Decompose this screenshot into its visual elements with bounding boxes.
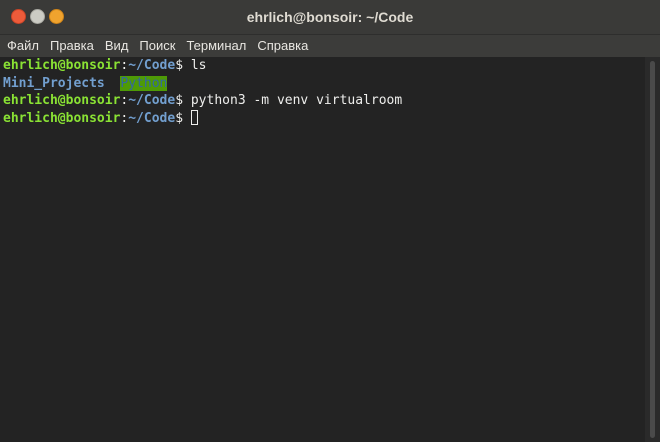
command-input[interactable] <box>183 111 191 126</box>
vertical-scrollbar[interactable] <box>645 57 660 442</box>
menu-file[interactable]: Файл <box>3 35 43 57</box>
prompt-userhost: ehrlich@bonsoir <box>3 58 121 73</box>
directory-entry-highlighted: Python <box>120 75 168 91</box>
terminal-line: ehrlich@bonsoir:~/Code$ ls <box>3 57 645 75</box>
prompt-dollar: $ <box>175 110 184 126</box>
prompt-dollar: $ <box>175 93 184 108</box>
terminal-line: ehrlich@bonsoir:~/Code$ <box>3 109 645 128</box>
menu-terminal[interactable]: Терминал <box>182 35 250 57</box>
scrollbar-thumb[interactable] <box>650 61 655 438</box>
menu-bar: Файл Правка Вид Поиск Терминал Справка <box>0 35 660 57</box>
prompt-userhost: ehrlich@bonsoir <box>3 93 121 108</box>
menu-edit[interactable]: Правка <box>46 35 98 57</box>
directory-entry: Mini_Projects <box>3 75 105 91</box>
prompt-path: ~/Code <box>128 110 176 126</box>
window-title: ehrlich@bonsoir: ~/Code <box>246 9 414 25</box>
prompt-path: ~/Code <box>128 58 176 73</box>
output-separator <box>105 76 121 91</box>
prompt-path: ~/Code <box>128 93 176 108</box>
menu-view[interactable]: Вид <box>101 35 133 57</box>
terminal-window: ehrlich@bonsoir: ~/Code Файл Правка Вид … <box>0 0 660 442</box>
prompt-userhost: ehrlich@bonsoir <box>3 110 121 126</box>
prompt-dollar: $ <box>175 58 184 73</box>
terminal-line: ehrlich@bonsoir:~/Code$ python3 -m venv … <box>3 92 645 110</box>
command-text: python3 -m venv virtualroom <box>183 93 403 108</box>
terminal-line: Mini_Projects Python <box>3 75 645 93</box>
menu-search[interactable]: Поиск <box>135 35 179 57</box>
menu-help[interactable]: Справка <box>253 35 312 57</box>
title-bar[interactable]: ehrlich@bonsoir: ~/Code <box>0 0 660 35</box>
terminal-output-area[interactable]: ehrlich@bonsoir:~/Code$ ls Mini_Projects… <box>0 57 645 442</box>
text-cursor <box>190 109 198 125</box>
command-text: ls <box>183 58 207 73</box>
